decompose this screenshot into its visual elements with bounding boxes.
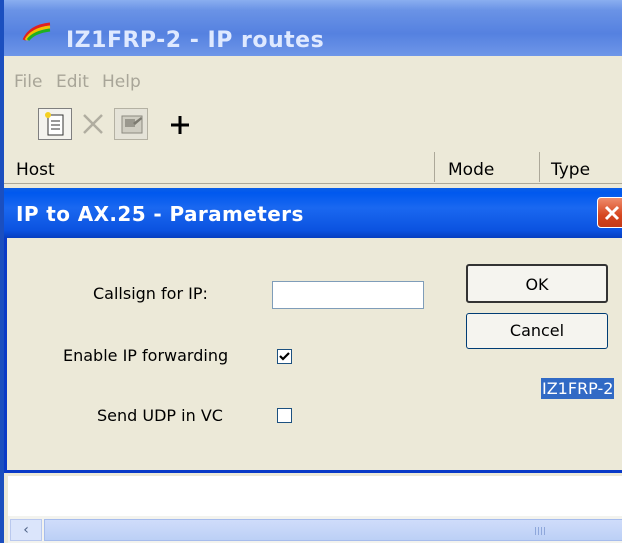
menu-file[interactable]: File <box>14 72 42 92</box>
route-list[interactable] <box>8 476 622 516</box>
delete-icon <box>83 114 103 134</box>
menu-help[interactable]: Help <box>102 72 141 92</box>
rainbow-feather-icon <box>22 22 51 41</box>
column-divider[interactable] <box>539 152 540 182</box>
close-icon <box>604 205 620 221</box>
delete-route-button[interactable] <box>76 108 110 140</box>
toolbar <box>4 94 622 144</box>
callsign-input[interactable]: IZ1FRP-2 <box>272 281 615 399</box>
main-window-title: IZ1FRP-2 - IP routes <box>66 28 325 53</box>
send-udp-checkbox[interactable] <box>277 408 292 423</box>
scroll-left-button[interactable]: ‹ <box>10 519 42 541</box>
scroll-grip <box>535 527 545 535</box>
column-divider[interactable] <box>434 152 435 182</box>
close-button[interactable] <box>597 197 622 228</box>
callsign-label: Callsign for IP: <box>93 284 208 303</box>
dialog-title: IP to AX.25 - Parameters <box>16 202 304 226</box>
column-mode[interactable]: Mode <box>448 150 494 183</box>
properties-button[interactable] <box>114 108 148 140</box>
ip-ax25-parameters-dialog: IP to AX.25 - Parameters Callsign for IP… <box>4 188 622 473</box>
plus-icon <box>171 116 189 134</box>
scroll-thumb[interactable] <box>44 519 622 541</box>
horizontal-scrollbar[interactable]: ‹ <box>8 516 622 543</box>
new-document-icon <box>45 112 64 136</box>
ok-button[interactable]: OK <box>466 264 608 303</box>
enable-forwarding-checkbox[interactable] <box>277 349 292 364</box>
column-type[interactable]: Type <box>551 150 590 183</box>
route-list-header: Host Mode Type <box>4 150 622 184</box>
cancel-button[interactable]: Cancel <box>466 313 608 349</box>
enable-forwarding-label: Enable IP forwarding <box>63 346 229 365</box>
callsign-value: IZ1FRP-2 <box>541 378 615 399</box>
add-button[interactable] <box>164 108 198 140</box>
properties-icon <box>121 115 143 134</box>
main-titlebar[interactable]: IZ1FRP-2 - IP routes <box>4 0 622 56</box>
checkmark-icon <box>279 352 290 361</box>
column-host[interactable]: Host <box>16 150 55 183</box>
send-udp-label: Send UDP in VC <box>97 406 223 425</box>
menubar: File Edit Help <box>4 56 622 94</box>
menu-edit[interactable]: Edit <box>56 72 89 92</box>
dialog-titlebar[interactable]: IP to AX.25 - Parameters <box>4 188 622 238</box>
new-route-button[interactable] <box>38 108 72 140</box>
